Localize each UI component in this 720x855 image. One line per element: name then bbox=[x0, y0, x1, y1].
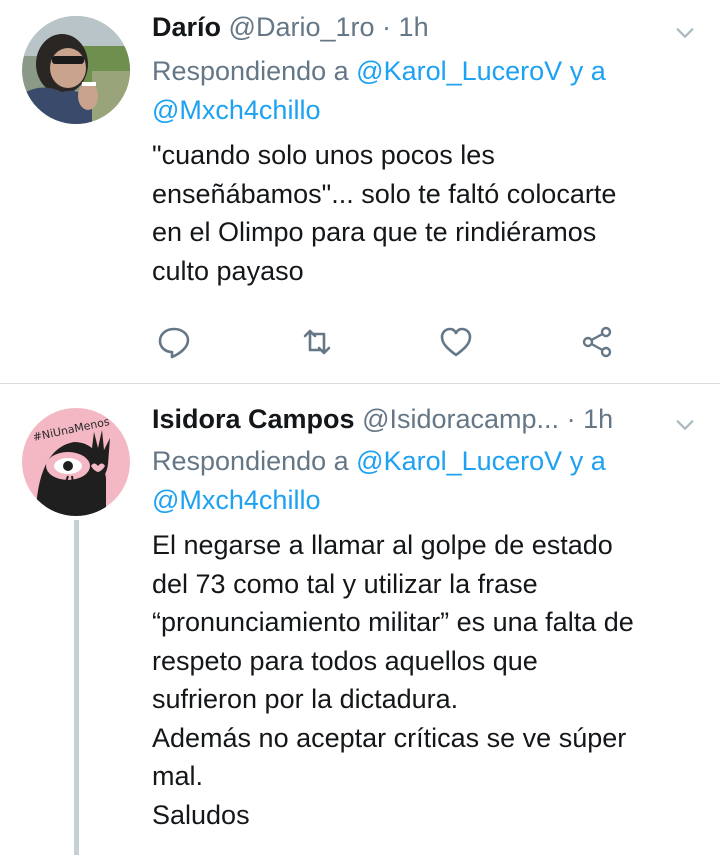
author-handle[interactable]: @Dario_1ro bbox=[229, 12, 375, 42]
like-icon[interactable] bbox=[438, 324, 474, 360]
replying-prefix: Respondiendo a bbox=[152, 446, 357, 476]
tweet-actions bbox=[156, 324, 626, 364]
tweet-isidora[interactable]: #NiUnaMenos Isidora Campos @Isidoracamp.… bbox=[0, 384, 720, 855]
replying-to: Respondiendo a @Karol_LuceroV y a @Mxch4… bbox=[152, 442, 692, 520]
thread-line bbox=[74, 520, 79, 855]
mention-link[interactable]: @Mxch4chillo bbox=[152, 95, 320, 125]
author-name[interactable]: Darío bbox=[152, 12, 221, 42]
reply-join[interactable]: y a bbox=[562, 446, 606, 476]
author-name[interactable]: Isidora Campos bbox=[152, 404, 355, 434]
tweet-text: "cuando solo unos pocos les enseñábamos"… bbox=[152, 140, 617, 286]
chevron-down-icon[interactable] bbox=[674, 414, 696, 436]
retweet-icon[interactable] bbox=[299, 324, 335, 360]
avatar-photo bbox=[22, 16, 130, 124]
replying-to: Respondiendo a @Karol_LuceroV y a @Mxch4… bbox=[152, 52, 692, 130]
mention-link[interactable]: @Karol_LuceroV bbox=[356, 446, 562, 476]
mention-link[interactable]: @Karol_LuceroV bbox=[356, 56, 562, 86]
timestamp[interactable]: 1h bbox=[399, 12, 429, 42]
mention-link[interactable]: @Mxch4chillo bbox=[152, 485, 320, 515]
avatar[interactable]: #NiUnaMenos bbox=[22, 408, 130, 516]
separator: · bbox=[566, 404, 576, 434]
reply-icon[interactable] bbox=[156, 324, 192, 360]
chevron-down-icon[interactable] bbox=[674, 22, 696, 44]
author-handle[interactable]: @Isidoracamp... bbox=[362, 404, 559, 434]
tweet-dario[interactable]: Darío @Dario_1ro · 1h Respondiendo a @Ka… bbox=[0, 0, 720, 384]
tweet-text: El negarse a llamar al golpe de estado d… bbox=[152, 530, 634, 830]
avatar[interactable] bbox=[22, 16, 130, 124]
timestamp[interactable]: 1h bbox=[583, 404, 613, 434]
share-icon[interactable] bbox=[579, 324, 615, 360]
tweet-header: Darío @Dario_1ro · 1h bbox=[152, 12, 660, 43]
reply-join[interactable]: y a bbox=[562, 56, 606, 86]
tweet-header: Isidora Campos @Isidoracamp... · 1h bbox=[152, 404, 660, 435]
separator: · bbox=[382, 12, 392, 42]
avatar-niunamenos-logo: #NiUnaMenos bbox=[22, 408, 130, 516]
replying-prefix: Respondiendo a bbox=[152, 56, 357, 86]
